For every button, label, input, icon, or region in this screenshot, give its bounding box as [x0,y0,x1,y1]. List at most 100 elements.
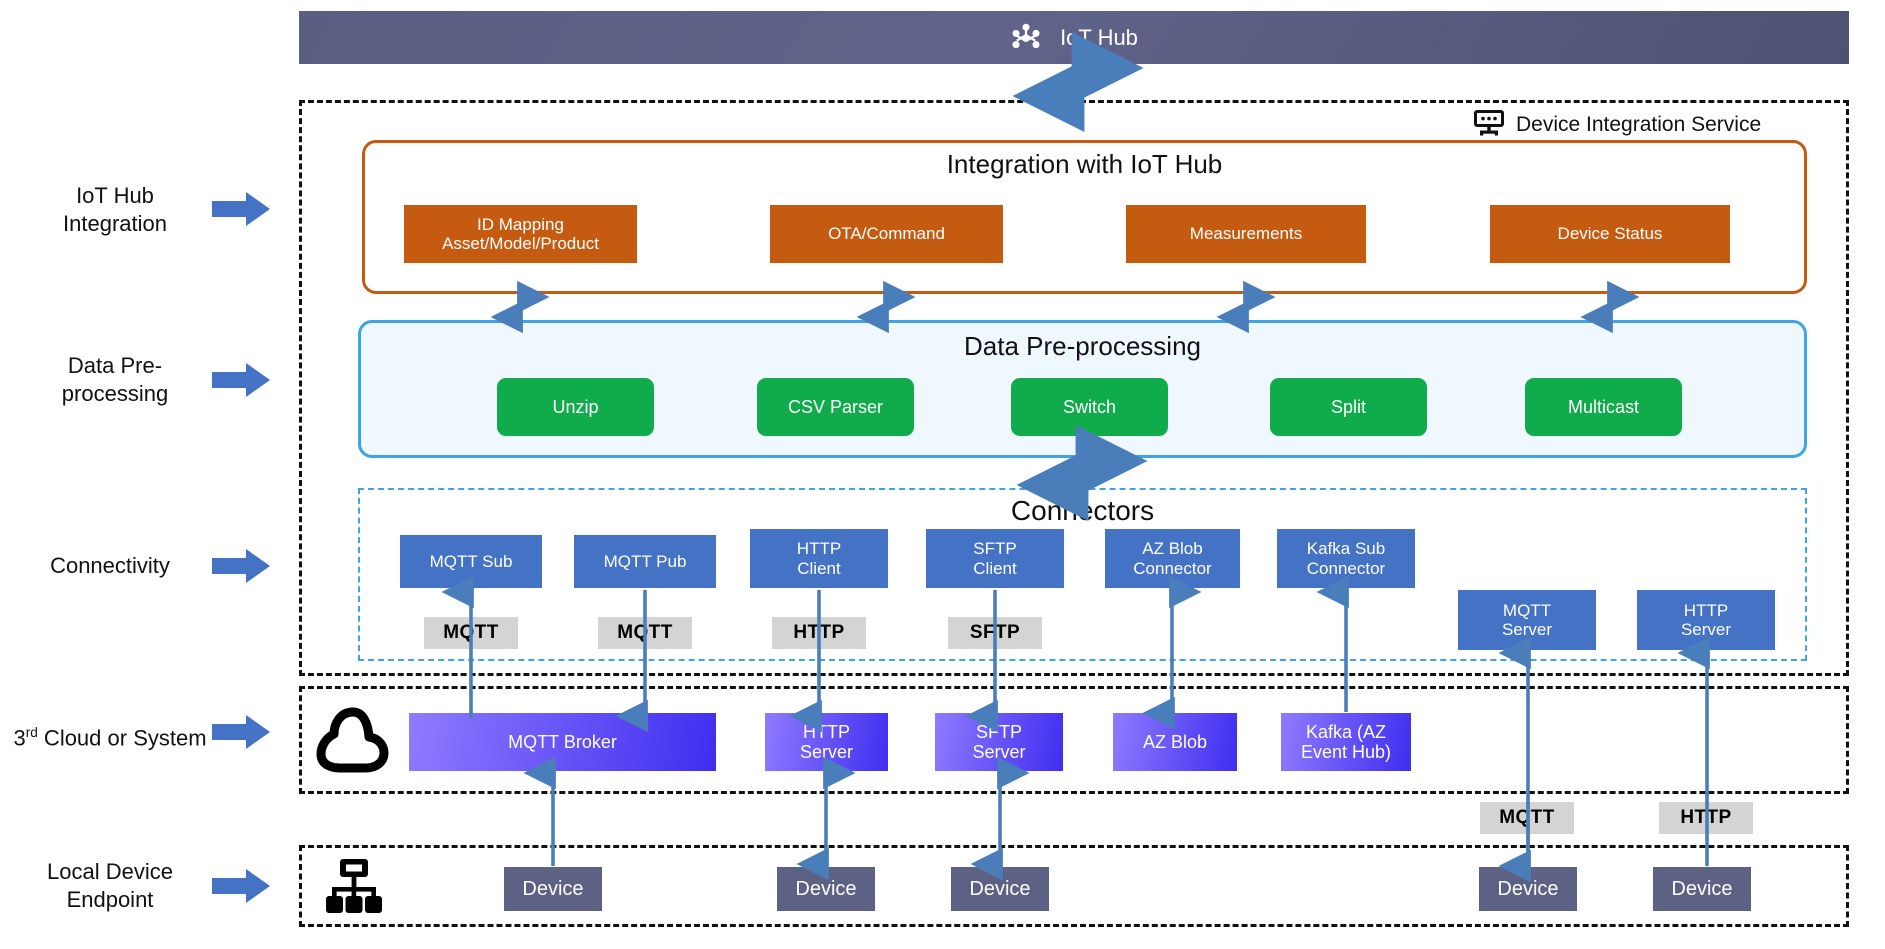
connector-http-client-line2: Client [797,558,841,578]
connector-http-server[interactable]: HTTP Server [1637,590,1775,650]
connector-kafka-sub[interactable]: Kafka Sub Connector [1277,529,1415,588]
connector-mqtt-server-line2: Server [1501,620,1553,639]
cloud-box-sftp-server-line2: Server [972,742,1026,762]
cloud-box-kafka-line1: Kafka (AZ [1305,721,1386,742]
preprocessing-box-split-label: Split [1330,396,1366,417]
connector-mqtt-server-line1: MQTT [1502,600,1552,620]
rail-label-data-preprocessing-text: Data Pre-processing [61,352,169,406]
rail-arrow-third-cloud-or-system [212,715,270,754]
integration-panel-title: Integration with IoT Hub [946,149,1223,180]
rail-label-connectivity: Connectivity [10,546,210,586]
local-device-2[interactable]: Device [777,867,875,911]
connector-http-client-line1: HTTP [796,539,842,559]
iot-hub-title: IoT Hub [1060,24,1138,50]
integration-box-id-mapping-line1: ID Mapping [477,214,564,234]
integration-box-device-status-label: Device Status [1557,224,1663,244]
rail-label-third-prefix: 3 [13,725,26,751]
connector-http-client[interactable]: HTTP Client [750,529,888,588]
integration-box-measurements[interactable]: Measurements [1126,205,1366,263]
protocol-chip-mqtt-sub-label: MQTT [443,622,499,644]
connector-mqtt-sub-label: MQTT Sub [429,551,513,571]
connector-mqtt-pub[interactable]: MQTT Pub [574,535,716,588]
hub-nodes-icon [1010,22,1042,54]
connector-sftp-client-line1: SFTP [973,539,1017,559]
cloud-box-http-server-line2: Server [799,742,853,762]
protocol-chip-mqtt-pub: MQTT [598,617,692,649]
connector-http-server-line1: HTTP [1683,600,1729,620]
integration-box-measurements-label: Measurements [1189,224,1303,244]
connector-sftp-client-line2: Client [973,558,1017,578]
local-device-5[interactable]: Device [1653,867,1751,911]
sitemap-device-icon [323,856,385,916]
cloud-box-http-server-line1: HTTP [802,721,850,742]
protocol-chip-mqtt-sub: MQTT [424,617,518,649]
rail-label-third-cloud-or-system-text: 3rd Cloud or System [13,724,206,752]
rail-arrow-iot-hub-integration [212,192,270,231]
connector-kafka-sub-line2: Connector [1306,558,1386,578]
rail-label-data-preprocessing: Data Pre-processing [25,345,205,415]
connector-sftp-client[interactable]: SFTP Client [926,529,1064,588]
connector-kafka-sub-line1: Kafka Sub [1306,539,1386,559]
preprocessing-box-unzip-label: Unzip [552,396,599,417]
protocol-chip-mqtt-server: MQTT [1480,802,1574,834]
device-integration-service-tag: Device Integration Service [1474,107,1804,143]
connector-mqtt-sub[interactable]: MQTT Sub [400,535,542,588]
rail-label-third-cloud-or-system: 3rd Cloud or System [12,703,208,773]
device-integration-service-label: Device Integration Service [1516,113,1762,136]
local-device-4-label: Device [1497,877,1559,900]
cloud-box-az-blob-label: AZ Blob [1142,731,1208,752]
cloud-box-sftp-server[interactable]: SFTP Server [935,713,1063,771]
connector-mqtt-server[interactable]: MQTT Server [1458,590,1596,650]
connectors-title: Connectors [1010,495,1155,527]
protocol-chip-sftp-client-label: SFTP [969,622,1021,644]
protocol-chip-http-server-label: HTTP [1680,807,1732,829]
local-device-2-label: Device [795,877,857,900]
rail-label-iot-hub-integration: IoT Hub Integration [25,175,205,245]
preprocessing-box-multicast[interactable]: Multicast [1525,378,1682,436]
rail-label-third-sup: rd [25,724,38,740]
cloud-box-http-server[interactable]: HTTP Server [765,713,888,771]
cloud-box-kafka-line2: Event Hub) [1300,742,1392,762]
rail-arrow-connectivity [212,549,270,588]
integration-box-ota-command-label: OTA/Command [828,224,945,244]
cloud-box-mqtt-broker[interactable]: MQTT Broker [409,713,716,771]
rail-arrow-local-device-endpoint [212,869,270,908]
rail-label-third-rest: Cloud or System [37,725,207,751]
protocol-chip-mqtt-pub-label: MQTT [617,622,673,644]
connector-az-blob-line2: Connector [1133,558,1212,578]
preprocessing-box-csv-parser[interactable]: CSV Parser [757,378,914,436]
local-device-1-label: Device [522,877,584,900]
preprocessing-box-switch[interactable]: Switch [1011,378,1168,436]
cloud-box-kafka-event-hub[interactable]: Kafka (AZ Event Hub) [1281,713,1411,771]
rail-label-iot-hub-integration-text: IoT Hub Integration [63,182,167,236]
integration-box-ota-command[interactable]: OTA/Command [770,205,1003,263]
cloud-box-sftp-server-line1: SFTP [975,721,1022,742]
iot-hub-header-bar: IoT Hub [299,11,1849,64]
cloud-box-az-blob[interactable]: AZ Blob [1113,713,1237,771]
protocol-chip-http-client: HTTP [772,617,866,649]
integration-box-id-mapping[interactable]: ID Mapping Asset/Model/Product [404,205,637,263]
preprocessing-box-multicast-label: Multicast [1567,396,1639,417]
integration-box-device-status[interactable]: Device Status [1490,205,1730,263]
preprocessing-box-split[interactable]: Split [1270,378,1427,436]
connector-az-blob[interactable]: AZ Blob Connector [1105,529,1240,588]
rail-label-connectivity-text: Connectivity [50,552,170,578]
rail-label-local-device-endpoint-text: Local Device Endpoint [47,858,173,912]
server-device-icon [1474,109,1504,141]
connector-http-server-line2: Server [1680,620,1732,639]
protocol-chip-sftp-client: SFTP [948,617,1042,649]
local-device-3[interactable]: Device [951,867,1049,911]
local-device-4[interactable]: Device [1479,867,1577,911]
cloud-icon [312,704,394,774]
integration-box-id-mapping-line2: Asset/Model/Product [442,234,599,253]
local-device-5-label: Device [1671,877,1733,900]
preprocessing-box-unzip[interactable]: Unzip [497,378,654,436]
protocol-chip-http-server: HTTP [1659,802,1753,834]
rail-label-local-device-endpoint: Local Device Endpoint [12,851,208,921]
connector-az-blob-line1: AZ Blob [1142,539,1203,559]
local-device-3-label: Device [969,877,1031,900]
rail-arrow-data-preprocessing [212,363,270,402]
preprocessing-box-switch-label: Switch [1062,396,1116,417]
cloud-box-mqtt-broker-label: MQTT Broker [508,731,617,752]
local-device-1[interactable]: Device [504,867,602,911]
